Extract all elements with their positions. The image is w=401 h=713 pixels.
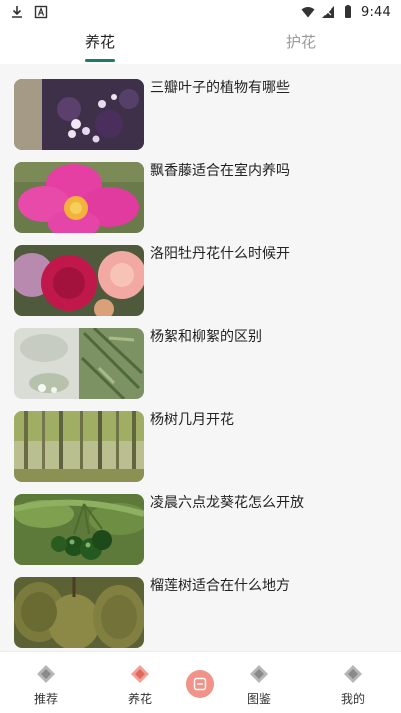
- battery-icon: [345, 5, 351, 18]
- download-icon: [12, 6, 22, 18]
- pink-mandevilla-image: [14, 162, 144, 233]
- status-left: [10, 5, 48, 19]
- nav-label-flower-care: 养花: [127, 692, 152, 706]
- top-tabs: 养花 护花: [0, 24, 401, 64]
- signal-icon: [322, 6, 334, 18]
- nav-item-catalog[interactable]: 图鉴: [219, 652, 299, 713]
- willow-catkin-image: [14, 328, 144, 399]
- wifi-icon: [301, 7, 315, 18]
- active-tab-indicator: [85, 59, 115, 62]
- nav-item-recommend[interactable]: 推荐: [6, 652, 86, 713]
- nav-item-flower-care[interactable]: 养花: [100, 652, 180, 713]
- scan-button[interactable]: [186, 670, 214, 698]
- tab-flower-care[interactable]: 养花: [20, 24, 180, 64]
- article-title: 榴莲树适合在什么地方: [150, 578, 290, 594]
- list-item[interactable]: 榴莲树适合在什么地方: [0, 562, 401, 648]
- list-item[interactable]: 杨树几月开花: [0, 396, 401, 482]
- tab-flower-protection[interactable]: 护花: [221, 24, 381, 64]
- scan-icon: [193, 677, 207, 691]
- status-right: 9:44: [301, 5, 391, 20]
- status-bar: 9:44: [0, 0, 401, 24]
- article-title: 洛阳牡丹花什么时候开: [150, 246, 290, 262]
- list-item[interactable]: 杨絮和柳絮的区别: [0, 313, 401, 399]
- profile-icon: [344, 665, 362, 683]
- nav-item-profile[interactable]: 我的: [313, 652, 393, 713]
- article-title: 三瓣叶子的植物有哪些: [150, 80, 290, 96]
- list-item[interactable]: 洛阳牡丹花什么时候开: [0, 230, 401, 316]
- flower-care-icon: [131, 665, 149, 683]
- nav-label-catalog: 图鉴: [246, 692, 271, 706]
- durian-image: [14, 577, 144, 648]
- list-item[interactable]: 飘香藤适合在室内养吗: [0, 147, 401, 233]
- nightshade-berries-image: [14, 494, 144, 565]
- purple-oxalis-image: [14, 79, 144, 150]
- article-title: 凌晨六点龙葵花怎么开放: [150, 495, 304, 511]
- article-title: 杨絮和柳絮的区别: [150, 329, 262, 345]
- list-item[interactable]: 凌晨六点龙葵花怎么开放: [0, 479, 401, 565]
- bottom-nav: 推荐 养花 图鉴 我的: [0, 651, 401, 713]
- article-title: 飘香藤适合在室内养吗: [150, 163, 290, 179]
- nav-label-recommend: 推荐: [33, 692, 58, 706]
- catalog-icon: [250, 665, 268, 683]
- article-title: 杨树几月开花: [150, 412, 234, 428]
- a-letter-icon: [34, 5, 48, 19]
- peony-image: [14, 245, 144, 316]
- list-item[interactable]: 三瓣叶子的植物有哪些: [0, 64, 401, 150]
- poplar-forest-image: [14, 411, 144, 482]
- status-time: 9:44: [361, 4, 391, 20]
- recommend-icon: [37, 665, 55, 683]
- article-list[interactable]: 三瓣叶子的植物有哪些 飘香藤适合在室内养吗 洛阳牡丹花什么时候开 杨絮和柳絮的区…: [0, 64, 401, 651]
- nav-label-profile: 我的: [340, 692, 365, 706]
